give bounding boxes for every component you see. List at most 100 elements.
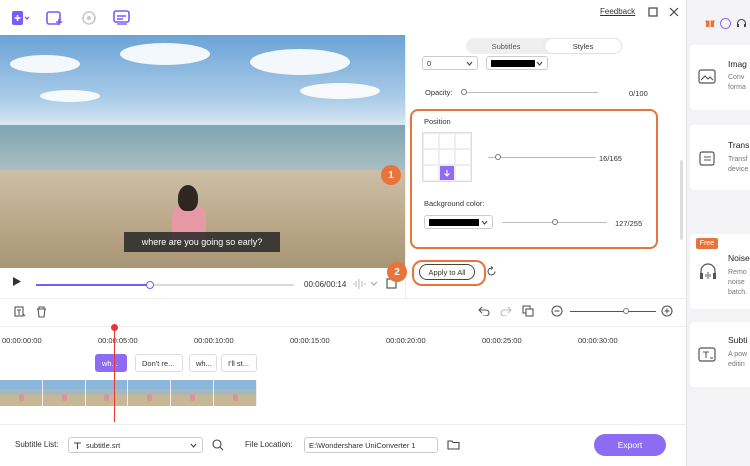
- delete-icon[interactable]: [36, 306, 47, 321]
- subtitle-file-name: subtitle.srt: [86, 440, 121, 450]
- opacity-value: 0/100: [629, 89, 648, 98]
- position-grid[interactable]: [422, 132, 472, 182]
- panel-scrollbar[interactable]: [680, 160, 683, 240]
- tick-label: 00:00:10:00: [194, 336, 234, 345]
- zoom-out-icon[interactable]: [551, 305, 563, 320]
- file-location-value: E:\Wondershare UniConverter 1: [309, 440, 416, 450]
- feedback-link[interactable]: Feedback: [600, 7, 635, 16]
- close-icon[interactable]: [667, 5, 681, 19]
- subtitle-list-label: Subtitle List:: [15, 440, 59, 449]
- position-knob[interactable]: [495, 154, 501, 160]
- font-color-select[interactable]: [486, 56, 548, 70]
- tool-card-desc: Transf: [728, 156, 748, 163]
- progress-knob[interactable]: [146, 281, 154, 289]
- volume-icon[interactable]: [352, 279, 366, 292]
- tool-card-title: Trans: [728, 140, 750, 150]
- pos-cell-bottom-center[interactable]: [439, 165, 455, 181]
- add-media-icon[interactable]: [45, 8, 65, 28]
- tick-label: 00:00:05:00: [98, 336, 138, 345]
- video-frame-thumb: [85, 380, 129, 406]
- pos-cell[interactable]: [423, 149, 439, 165]
- position-slider[interactable]: [488, 157, 596, 158]
- opacity-slider[interactable]: [465, 92, 598, 93]
- bg-color-select[interactable]: [424, 215, 493, 229]
- subtitle-clip[interactable]: Don't re...: [135, 354, 183, 372]
- apply-to-all-button[interactable]: Apply to All: [419, 264, 475, 280]
- subtitle-clip[interactable]: I'll st...: [221, 354, 257, 372]
- tool-card-desc: forma: [728, 84, 746, 91]
- gift-icon[interactable]: [705, 18, 715, 30]
- playhead-handle[interactable]: [111, 324, 118, 331]
- add-file-icon[interactable]: [10, 8, 30, 28]
- transfer-icon: [698, 150, 718, 170]
- pos-cell[interactable]: [439, 133, 455, 149]
- zoom-slider[interactable]: [570, 311, 656, 312]
- tool-card-desc: editin: [728, 361, 745, 368]
- edit-toolbar: [0, 298, 686, 326]
- free-badge: Free: [696, 238, 718, 249]
- progress-fill: [36, 284, 150, 286]
- tick-label: 00:00:00:00: [2, 336, 42, 345]
- subtitle-clip[interactable]: wh...: [189, 354, 217, 372]
- tick-label: 00:00:15:00: [290, 336, 330, 345]
- opacity-knob[interactable]: [461, 89, 467, 95]
- pos-cell[interactable]: [455, 165, 471, 181]
- file-location-label: File Location:: [245, 440, 293, 449]
- rotate-icon[interactable]: [79, 8, 99, 28]
- video-frame-thumb: [214, 380, 257, 406]
- subtitle-icon[interactable]: [112, 8, 132, 28]
- position-label: Position: [424, 117, 451, 126]
- bg-opacity-knob[interactable]: [552, 219, 558, 225]
- position-value: 16/165: [599, 154, 622, 163]
- tool-card-desc: Remo: [728, 269, 747, 276]
- font-color-swatch: [491, 59, 535, 67]
- noise-remover-icon: [698, 262, 718, 284]
- top-toolbar: [0, 0, 686, 35]
- copy-icon[interactable]: [522, 305, 534, 320]
- video-sky: [0, 35, 405, 125]
- pos-cell[interactable]: [455, 133, 471, 149]
- pos-cell[interactable]: [423, 165, 439, 181]
- bg-opacity-value: 127/255: [615, 219, 643, 228]
- tick-label: 00:00:20:00: [386, 336, 426, 345]
- maximize-icon[interactable]: [646, 5, 660, 19]
- search-icon[interactable]: [212, 439, 224, 454]
- file-location-field[interactable]: E:\Wondershare UniConverter 1: [304, 437, 438, 453]
- undo-icon[interactable]: [478, 306, 490, 319]
- reset-icon[interactable]: [486, 266, 497, 280]
- font-size-select[interactable]: 0: [422, 56, 478, 70]
- video-person-head: [178, 185, 198, 211]
- text-icon: [74, 441, 81, 449]
- redo-icon[interactable]: [500, 306, 512, 319]
- opacity-label: Opacity:: [425, 88, 453, 97]
- text-split-icon[interactable]: [14, 306, 26, 321]
- folder-icon[interactable]: [447, 439, 460, 453]
- tool-card-desc: noise: [728, 279, 745, 286]
- step-badge-1: 1: [381, 165, 401, 185]
- subtitle-file-select[interactable]: subtitle.srt: [68, 437, 203, 453]
- pos-cell[interactable]: [455, 149, 471, 165]
- pos-cell[interactable]: [439, 149, 455, 165]
- video-frame-thumb: [42, 380, 86, 406]
- tool-card-desc: Conv: [728, 74, 745, 81]
- zoom-in-icon[interactable]: [661, 305, 673, 320]
- video-sea: [0, 125, 405, 170]
- tick-label: 00:00:30:00: [578, 336, 618, 345]
- avatar[interactable]: [720, 18, 731, 29]
- zoom-knob[interactable]: [623, 308, 629, 314]
- tool-card-desc: A pow: [728, 351, 748, 358]
- tab-subtitles[interactable]: Subtitles: [468, 39, 544, 53]
- video-preview: where are you going so early?: [0, 35, 405, 268]
- video-frame-thumb: [0, 380, 43, 406]
- play-icon[interactable]: [12, 276, 22, 290]
- pos-cell[interactable]: [423, 133, 439, 149]
- playhead-line[interactable]: [114, 327, 115, 422]
- video-track[interactable]: [0, 380, 257, 406]
- tick-label: 00:00:25:00: [482, 336, 522, 345]
- headset-icon[interactable]: [736, 18, 747, 31]
- dropdown-icon[interactable]: [370, 279, 378, 290]
- subtitle-clip-active[interactable]: wh...: [95, 354, 127, 372]
- tab-styles[interactable]: Styles: [545, 39, 621, 53]
- video-frame-thumb: [171, 380, 215, 406]
- export-button[interactable]: Export: [594, 434, 666, 456]
